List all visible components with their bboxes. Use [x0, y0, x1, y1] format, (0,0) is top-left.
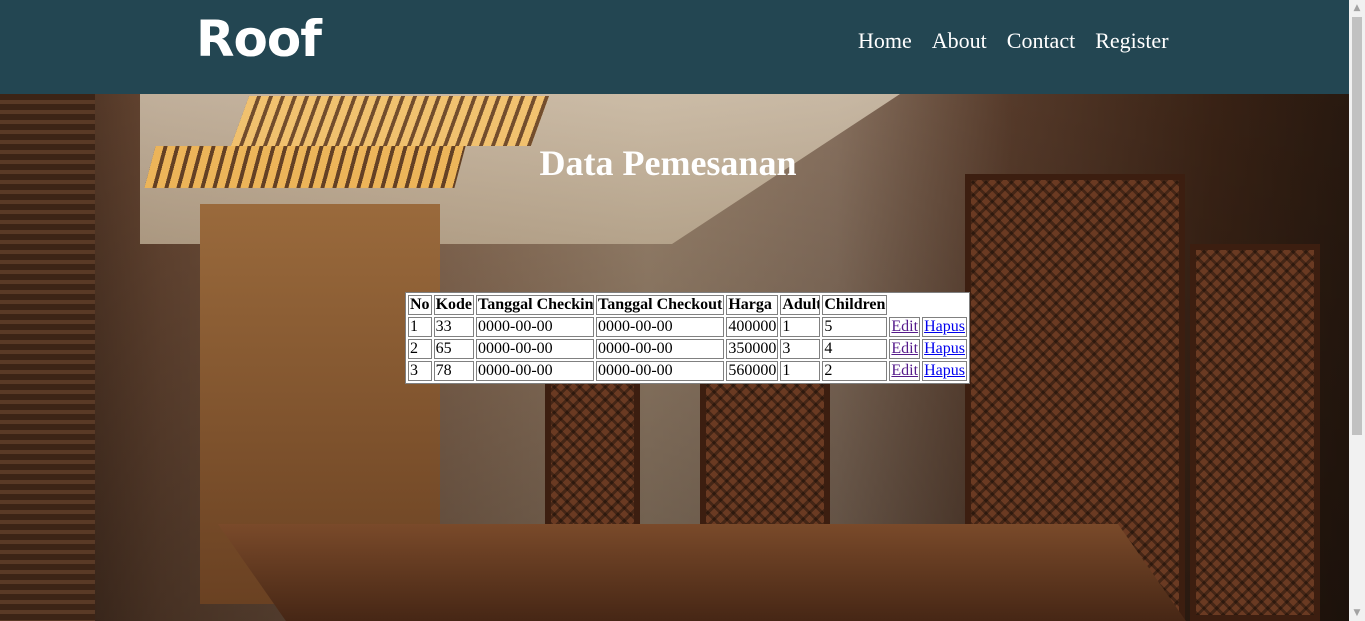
delete-link[interactable]: Hapus: [924, 318, 965, 335]
vertical-scrollbar[interactable]: ▲ ▼: [1349, 0, 1365, 621]
cell-checkout: 0000-00-00: [596, 317, 725, 337]
edit-link[interactable]: Edit: [891, 340, 918, 357]
edit-link[interactable]: Edit: [891, 362, 918, 379]
column-header: No: [408, 295, 432, 315]
cell-kode: 78: [433, 361, 475, 381]
cell-adult: 1: [780, 317, 821, 337]
scroll-down-icon[interactable]: ▼: [1349, 605, 1365, 621]
cell-checkin: 0000-00-00: [476, 317, 595, 337]
delete-link[interactable]: Hapus: [924, 340, 965, 357]
table-row: 2 65 0000-00-00 0000-00-00 350000 3 4 Ed…: [408, 339, 967, 359]
cell-adult: 3: [780, 339, 821, 359]
cell-edit: Edit: [889, 339, 921, 359]
dining-table: [217, 524, 1203, 621]
cell-hapus: Hapus: [922, 317, 967, 337]
cell-kode: 33: [433, 317, 475, 337]
cell-checkout: 0000-00-00: [596, 361, 725, 381]
cell-children: 2: [822, 361, 888, 381]
cell-harga: 400000: [726, 317, 779, 337]
empty-header-cell: [889, 295, 920, 315]
cell-no: 3: [408, 361, 432, 381]
column-header: Adult: [780, 295, 821, 315]
cell-children: 4: [822, 339, 888, 359]
scroll-up-icon[interactable]: ▲: [1349, 0, 1365, 16]
column-header: Kode: [433, 295, 475, 315]
cell-no: 1: [408, 317, 432, 337]
scrollbar-thumb[interactable]: [1352, 17, 1362, 435]
cell-children: 5: [822, 317, 888, 337]
edit-link[interactable]: Edit: [891, 318, 918, 335]
main-nav: Home About Contact Register: [858, 27, 1189, 55]
lattice-cabinet: [1190, 244, 1320, 621]
column-header: Tanggal Checkin: [476, 295, 595, 315]
cell-harga: 350000: [726, 339, 779, 359]
cell-checkin: 0000-00-00: [476, 339, 595, 359]
cell-edit: Edit: [889, 361, 921, 381]
table-row: 3 78 0000-00-00 0000-00-00 560000 1 2 Ed…: [408, 361, 967, 381]
delete-link[interactable]: Hapus: [924, 362, 965, 379]
nav-register-link[interactable]: Register: [1095, 27, 1168, 55]
nav-contact-link[interactable]: Contact: [1007, 27, 1075, 55]
table-row: 1 33 0000-00-00 0000-00-00 400000 1 5 Ed…: [408, 317, 967, 337]
ceiling-light: [230, 96, 550, 146]
nav-home-link[interactable]: Home: [858, 27, 912, 55]
table-header-row: No Kode Tanggal Checkin Tanggal Checkout…: [408, 295, 967, 315]
booking-table: No Kode Tanggal Checkin Tanggal Checkout…: [405, 292, 970, 384]
brand-logo[interactable]: Roof: [196, 9, 322, 69]
page-title: Data Pemesanan: [539, 143, 797, 183]
cell-kode: 65: [433, 339, 475, 359]
cell-edit: Edit: [889, 317, 921, 337]
cell-checkin: 0000-00-00: [476, 361, 595, 381]
cell-checkout: 0000-00-00: [596, 339, 725, 359]
empty-header-cell: [922, 295, 967, 315]
cell-hapus: Hapus: [922, 339, 967, 359]
nav-about-link[interactable]: About: [932, 27, 987, 55]
cell-hapus: Hapus: [922, 361, 967, 381]
top-navbar: Roof Home About Contact Register: [0, 0, 1349, 94]
column-header: Harga: [726, 295, 779, 315]
cell-harga: 560000: [726, 361, 779, 381]
cell-no: 2: [408, 339, 432, 359]
column-header: Children: [822, 295, 888, 315]
column-header: Tanggal Checkout: [596, 295, 725, 315]
cell-adult: 1: [780, 361, 821, 381]
